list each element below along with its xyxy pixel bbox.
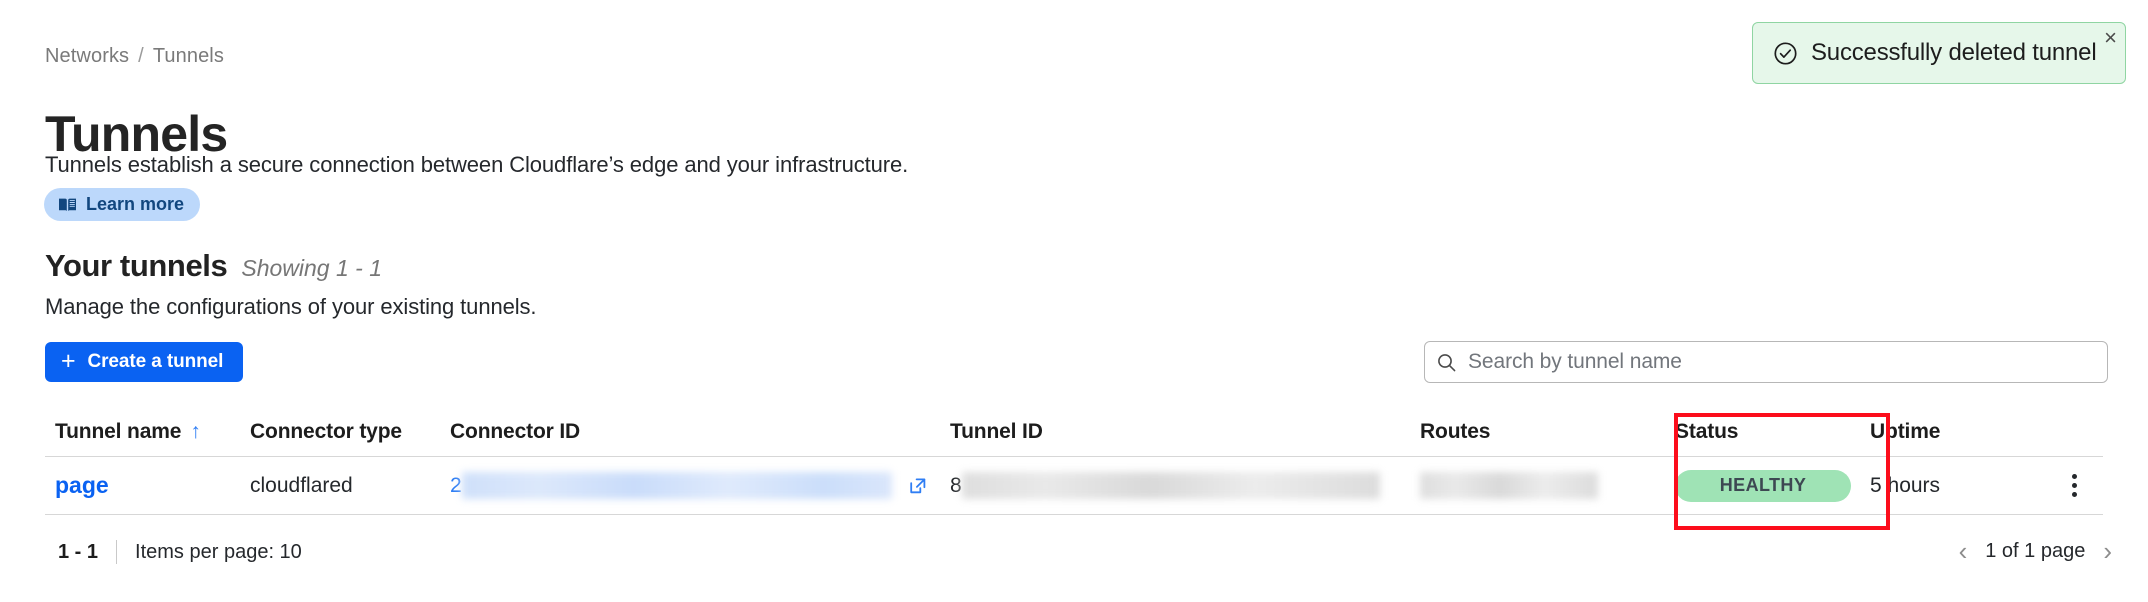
close-icon[interactable]: × [2104,27,2117,49]
toast-message: Successfully deleted tunnel [1811,39,2097,66]
routes-redacted-value [1420,472,1598,499]
success-toast: Successfully deleted tunnel × [1752,22,2126,84]
breadcrumb-item-networks[interactable]: Networks [45,45,129,67]
learn-more-label: Learn more [86,194,185,214]
external-link-icon[interactable] [908,476,928,496]
connector-id-prefix: 2 [450,473,462,497]
table-row: page cloudflared 2 8 HEALTHY 5 hours [45,457,2103,515]
footer-divider [116,540,118,564]
column-header-tunnel-id[interactable]: Tunnel ID [950,420,1420,444]
breadcrumb: Networks / Tunnels [45,45,224,68]
section-header: Your tunnels Showing 1 - 1 [45,248,382,284]
cell-connector-type: cloudflared [250,473,353,497]
cell-connector-id: 2 [450,472,950,499]
page-indicator: 1 of 1 page [1985,539,2086,562]
column-header-tunnel-name-label: Tunnel name [55,420,182,443]
book-icon [58,197,77,213]
section-title: Your tunnels [45,248,228,283]
kebab-menu-icon[interactable] [2064,468,2085,503]
column-header-routes[interactable]: Routes [1420,420,1665,444]
column-header-status[interactable]: Status [1665,420,1870,444]
pagination-range: 1 - 1 [58,540,99,563]
cell-tunnel-name: page [45,472,250,499]
learn-more-button[interactable]: Learn more [44,188,201,221]
breadcrumb-item-tunnels[interactable]: Tunnels [153,45,224,67]
next-page-icon[interactable]: › [2103,538,2112,564]
table-header-row: Tunnel name ↑ Connector type Connector ID… [45,408,2103,457]
search-box[interactable] [1424,341,2108,383]
column-header-connector-id[interactable]: Connector ID [450,420,950,444]
tunnel-id-redacted-value [961,472,1380,499]
column-header-uptime[interactable]: Uptime [1870,420,2050,444]
connector-id-redacted-value [461,472,892,499]
section-showing-count: Showing 1 - 1 [241,255,382,281]
previous-page-icon[interactable]: ‹ [1959,538,1968,564]
cell-uptime: 5 hours [1870,473,1941,497]
status-badge: HEALTHY [1675,469,1851,502]
cell-row-actions [2050,468,2103,503]
check-circle-icon [1773,41,1798,66]
pagination-controls: ‹ 1 of 1 page › [1959,538,2112,564]
column-header-connector-type[interactable]: Connector type [250,420,450,444]
create-tunnel-label: Create a tunnel [87,351,224,372]
tunnel-name-link[interactable]: page [55,472,109,498]
search-icon [1437,353,1456,372]
column-header-tunnel-name[interactable]: Tunnel name ↑ [45,420,250,444]
create-tunnel-button[interactable]: + Create a tunnel [45,342,244,382]
section-subtitle: Manage the configurations of your existi… [45,294,537,319]
page-description: Tunnels establish a secure connection be… [45,152,909,177]
cell-status: HEALTHY [1665,469,1870,502]
search-input[interactable] [1466,349,2095,375]
cell-routes [1420,472,1665,499]
tunnels-table: Tunnel name ↑ Connector type Connector ID… [45,408,2103,515]
items-per-page-label[interactable]: Items per page: 10 [135,541,302,564]
sort-ascending-icon: ↑ [190,420,201,443]
cell-tunnel-id: 8 [950,472,1420,499]
plus-icon: + [61,346,76,375]
pagination-summary: 1 - 1 Items per page: 10 [58,540,302,564]
tunnel-id-prefix: 8 [950,473,962,497]
breadcrumb-separator: / [138,45,144,67]
